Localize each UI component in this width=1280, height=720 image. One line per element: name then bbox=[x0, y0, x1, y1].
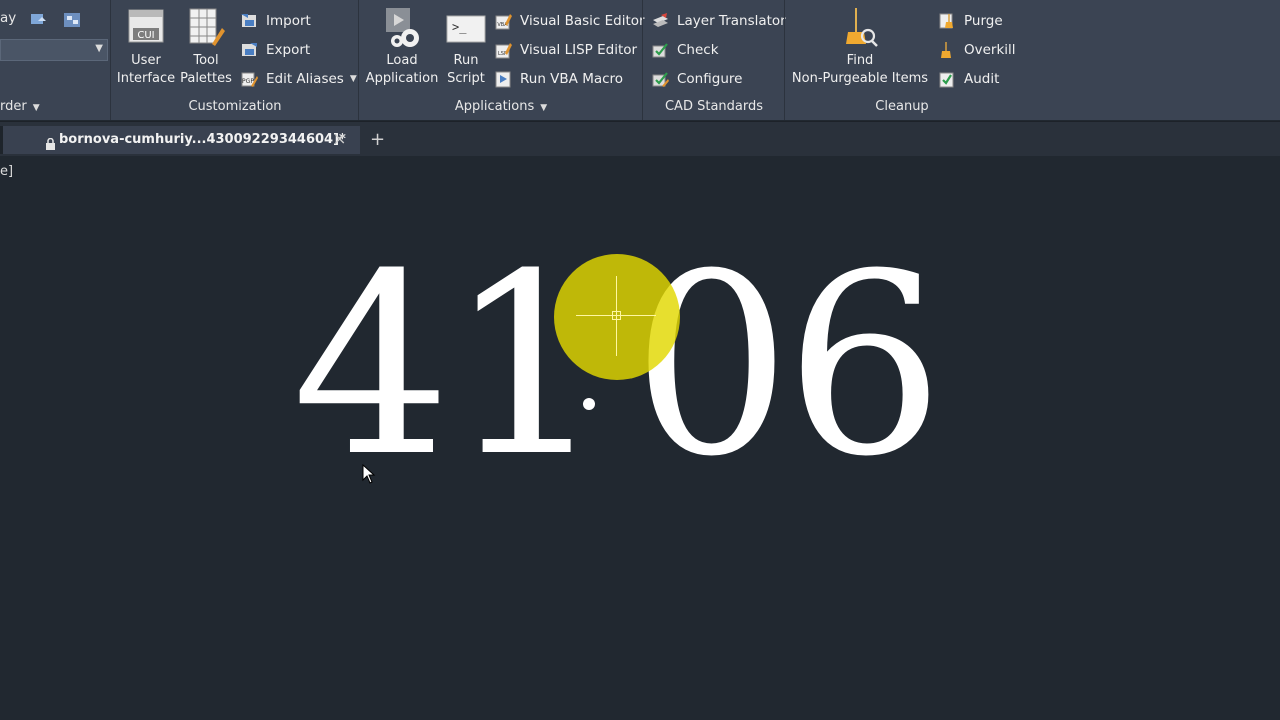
audit-icon bbox=[938, 70, 956, 88]
mouse-pointer-icon bbox=[362, 463, 376, 488]
customization-panel-title: Customization bbox=[188, 99, 282, 114]
cui-icon: CUI bbox=[116, 6, 176, 50]
broom-icon bbox=[938, 41, 956, 59]
visual-lisp-editor-button[interactable]: LSP Visual LISP Editor bbox=[494, 39, 637, 61]
drawing-canvas[interactable]: e] 41 06 bbox=[0, 156, 1280, 720]
tool-palettes-label: Tool Palettes bbox=[180, 53, 232, 86]
panel-separator bbox=[358, 0, 359, 120]
check-button[interactable]: Check bbox=[651, 39, 719, 61]
check-label: Check bbox=[677, 42, 719, 58]
caret-down-icon: ▼ bbox=[349, 74, 357, 84]
audit-button[interactable]: Audit bbox=[938, 68, 999, 90]
decimal-point bbox=[583, 398, 595, 410]
chevron-down-icon: ▼ bbox=[95, 43, 103, 54]
load-application-icon bbox=[363, 6, 441, 50]
export-button[interactable]: Export bbox=[240, 39, 310, 61]
overkill-label: Overkill bbox=[964, 42, 1016, 58]
ribbon: ay ▼ rder ▼ CUI User Interface Tool Palet… bbox=[0, 0, 1280, 120]
export-label: Export bbox=[266, 42, 311, 58]
edit-aliases-label: Edit Aliases bbox=[266, 71, 344, 87]
edit-aliases-button[interactable]: PGP Edit Aliases ▼ bbox=[240, 68, 357, 90]
panel-separator bbox=[784, 0, 785, 120]
load-application-label: Load Application bbox=[365, 53, 439, 86]
file-tab-bar: bornova-cumhuriy...43009229344604]* × + bbox=[0, 121, 1280, 156]
panel-separator bbox=[642, 0, 643, 120]
purge-icon bbox=[938, 12, 956, 30]
panel-separator bbox=[110, 0, 111, 120]
cleanup-panel-title: Cleanup bbox=[875, 99, 929, 114]
draw-order-label[interactable]: rder ▼ bbox=[0, 99, 40, 114]
run-vba-label: Run VBA Macro bbox=[520, 71, 624, 87]
svg-text:CUI: CUI bbox=[137, 30, 154, 41]
layer-dropdown[interactable]: ▼ bbox=[0, 39, 108, 61]
new-tab-button[interactable]: + bbox=[370, 129, 385, 150]
configure-label: Configure bbox=[677, 71, 743, 87]
document-tab[interactable]: bornova-cumhuriy...43009229344604]* × bbox=[0, 126, 360, 154]
tool-palettes-icon bbox=[178, 6, 234, 50]
drawing-text-left[interactable]: 41 bbox=[292, 241, 606, 491]
draw-order-text: rder bbox=[0, 99, 27, 114]
lisp-editor-label: Visual LISP Editor bbox=[520, 42, 638, 58]
caret-down-icon: ▼ bbox=[540, 103, 548, 113]
layer-icon[interactable] bbox=[30, 12, 48, 30]
configure-button[interactable]: Configure bbox=[651, 68, 742, 90]
user-interface-label: User Interface bbox=[116, 53, 176, 86]
cad-standards-panel-title: CAD Standards bbox=[664, 99, 764, 114]
broom-search-icon bbox=[790, 6, 930, 50]
document-tab-label: bornova-cumhuriy...43009229344604]* bbox=[59, 132, 346, 147]
vba-editor-label: Visual Basic Editor bbox=[520, 13, 645, 29]
import-icon bbox=[240, 12, 258, 30]
configure-standards-icon bbox=[651, 70, 669, 88]
import-button[interactable]: Import bbox=[240, 10, 311, 32]
import-label: Import bbox=[266, 13, 311, 29]
edit-aliases-icon: PGP bbox=[240, 70, 258, 88]
caret-down-icon: ▼ bbox=[32, 103, 40, 113]
terminal-icon: >_ bbox=[444, 6, 488, 50]
load-application-button[interactable]: Load Application bbox=[363, 6, 441, 88]
layer-translator-icon bbox=[651, 12, 669, 30]
applications-title-text: Applications bbox=[454, 99, 535, 114]
tool-palettes-button[interactable]: Tool Palettes bbox=[178, 6, 234, 88]
find-non-purgeable-button[interactable]: Find Non-Purgeable Items bbox=[790, 6, 930, 88]
find-non-purgeable-label: Find Non-Purgeable Items bbox=[791, 53, 929, 86]
crosshair-pickbox bbox=[612, 311, 621, 320]
run-script-label: Run Script bbox=[447, 53, 485, 86]
purge-label: Purge bbox=[964, 13, 1003, 29]
partial-panel-item[interactable]: ay bbox=[0, 10, 16, 26]
vba-editor-icon: VBA bbox=[494, 12, 512, 30]
vba-macro-icon bbox=[494, 70, 512, 88]
export-icon bbox=[240, 41, 258, 59]
lock-icon bbox=[45, 135, 56, 154]
check-standards-icon bbox=[651, 41, 669, 59]
layer-translator-button[interactable]: Layer Translator bbox=[651, 10, 786, 32]
visual-basic-editor-button[interactable]: VBA Visual Basic Editor bbox=[494, 10, 645, 32]
run-script-button[interactable]: >_ Run Script bbox=[444, 6, 488, 88]
audit-label: Audit bbox=[964, 71, 1000, 87]
run-vba-macro-button[interactable]: Run VBA Macro bbox=[494, 68, 623, 90]
applications-panel-title[interactable]: Applications ▼ bbox=[360, 99, 642, 117]
overkill-button[interactable]: Overkill bbox=[938, 39, 1016, 61]
drawing-text-right[interactable]: 06 bbox=[632, 241, 944, 491]
layer-translator-label: Layer Translator bbox=[677, 13, 786, 29]
lisp-editor-icon: LSP bbox=[494, 41, 512, 59]
purge-button[interactable]: Purge bbox=[938, 10, 1003, 32]
layer-manager-icon[interactable] bbox=[63, 12, 83, 30]
close-icon[interactable]: × bbox=[333, 129, 346, 148]
user-interface-button[interactable]: CUI User Interface bbox=[116, 6, 176, 88]
svg-text:>_: >_ bbox=[452, 20, 467, 34]
viewport-controls-label[interactable]: e] bbox=[0, 164, 13, 179]
